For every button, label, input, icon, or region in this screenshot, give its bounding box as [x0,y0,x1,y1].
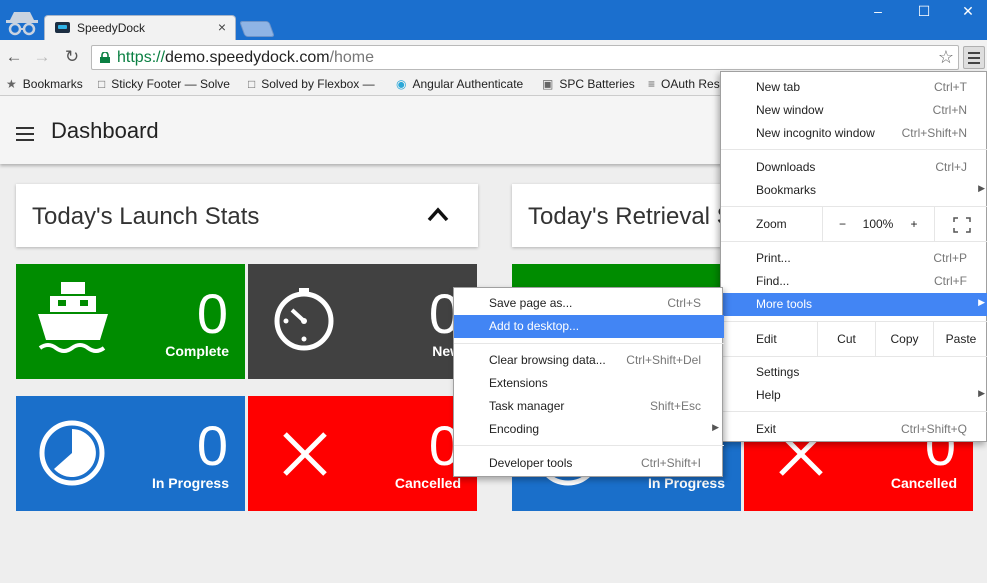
chevron-up-icon[interactable] [427,206,449,222]
menu-item-more-tools[interactable]: More tools ▶ [721,293,987,316]
menu-item-add-to-desktop[interactable]: Add to desktop... [454,315,724,338]
menu-item-downloads[interactable]: Downloads Ctrl+J [721,156,987,179]
incognito-icon [6,12,38,36]
ship-icon [38,282,108,353]
bookmark-item[interactable]: ★ Bookmarks [6,77,83,91]
page-icon: □ [248,77,256,91]
submenu-arrow-icon: ▶ [978,297,985,307]
fullscreen-button[interactable] [934,207,987,241]
menu-divider [721,356,987,357]
back-arrow-icon[interactable]: ← [3,46,25,68]
edit-row: Edit Cut Copy Paste [721,322,987,356]
menu-divider [721,411,987,412]
edit-label: Edit [756,332,777,346]
menu-divider [454,343,724,344]
stat-tile-complete[interactable]: 0 Complete [16,264,245,379]
menu-item-encoding[interactable]: Encoding ▶ [454,418,724,441]
speedydock-favicon-icon [55,22,70,33]
lock-icon [100,52,110,63]
zoom-in-button[interactable]: + [894,207,934,241]
progress-clock-icon [39,420,105,486]
menu-item-print[interactable]: Print... Ctrl+P [721,247,987,270]
menu-divider [454,445,724,446]
close-tab-icon[interactable]: × [218,19,226,35]
browser-titlebar: SpeedyDock × ‒ ☐ ✕ [0,0,987,40]
bookmark-item[interactable]: □ Solved by Flexbox — [248,77,375,91]
stat-label: In Progress [151,475,229,491]
angular-icon: ◉ [396,77,407,91]
menu-item-new-window[interactable]: New window Ctrl+N [721,99,987,122]
menu-item-task-manager[interactable]: Task manager Shift+Esc [454,395,724,418]
browser-toolbar: ← → ↻ https://demo.speedydock.com/home ☆ [0,40,987,74]
timer-icon [274,288,334,351]
menu-item-exit[interactable]: Exit Ctrl+Shift+Q [721,418,987,441]
page-title: Dashboard [51,118,159,143]
menu-item-find[interactable]: Find... Ctrl+F [721,270,987,293]
list-icon: ≡ [648,77,656,91]
hamburger-menu-icon[interactable] [16,127,34,141]
fullscreen-icon [952,217,971,233]
menu-item-settings[interactable]: Settings [721,361,987,384]
more-tools-submenu: Save page as... Ctrl+S Add to desktop... … [453,287,724,477]
stat-value: 0 [196,414,228,477]
cart-icon: ▣ [542,77,554,91]
forward-arrow-icon[interactable]: → [31,46,53,68]
section-title: Today's Launch Stats [32,203,260,230]
menu-item-clear-browsing-data[interactable]: Clear browsing data... Ctrl+Shift+Del [454,349,724,372]
submenu-arrow-icon: ▶ [978,183,985,193]
star-icon: ★ [6,77,17,91]
close-window-button[interactable]: ✕ [945,0,987,26]
stat-value: 0 [196,282,228,345]
bookmark-item[interactable]: ▣ SPC Batteries [542,77,635,91]
stat-label: Cancelled [890,475,957,491]
menu-item-bookmarks[interactable]: Bookmarks ▶ [721,179,987,202]
zoom-level: 100% [862,217,894,231]
minimize-button[interactable]: ‒ [855,0,901,26]
bookmark-star-icon[interactable]: ☆ [938,47,954,68]
bookmark-item[interactable]: □ Sticky Footer — Solve [98,77,230,91]
paste-button[interactable]: Paste [933,322,987,356]
chrome-menu-button[interactable] [963,46,985,69]
submenu-arrow-icon: ▶ [712,422,719,432]
menu-item-help[interactable]: Help ▶ [721,384,987,407]
zoom-row: Zoom − 100% + [721,207,987,241]
url-text: https://demo.speedydock.com/home [117,49,375,66]
stat-label: Cancelled [394,475,461,491]
menu-item-save-page-as[interactable]: Save page as... Ctrl+S [454,292,724,315]
stat-tile-in-progress[interactable]: 0 In Progress [16,396,245,511]
chrome-main-menu: New tab Ctrl+T New window Ctrl+N New incog… [720,71,987,442]
address-bar[interactable]: https://demo.speedydock.com/home ☆ [91,45,959,70]
maximize-button[interactable]: ☐ [901,0,947,26]
stat-tile-new[interactable]: 0 New [248,264,477,379]
submenu-arrow-icon: ▶ [978,388,985,398]
menu-divider [721,149,987,150]
cut-button[interactable]: Cut [817,322,875,356]
copy-button[interactable]: Copy [875,322,933,356]
menu-divider [721,241,987,242]
bookmark-item[interactable]: ◉ Angular Authenticate [396,77,523,91]
stat-label: In Progress [647,475,725,491]
zoom-label: Zoom [756,217,787,231]
tab-speedydock[interactable]: SpeedyDock × [44,15,236,40]
tab-title: SpeedyDock [77,21,146,35]
stat-tile-cancelled[interactable]: 0 Cancelled [248,396,477,511]
new-tab-button[interactable] [239,21,275,37]
menu-item-new-tab[interactable]: New tab Ctrl+T [721,76,987,99]
zoom-out-button[interactable]: − [822,207,862,241]
menu-item-developer-tools[interactable]: Developer tools Ctrl+Shift+I [454,452,724,475]
stat-label: Complete [165,343,229,359]
launch-stats-header: Today's Launch Stats [16,184,478,247]
menu-item-extensions[interactable]: Extensions [454,372,724,395]
x-icon [283,432,327,476]
reload-icon[interactable]: ↻ [61,46,83,68]
menu-item-new-incognito-window[interactable]: New incognito window Ctrl+Shift+N [721,122,987,145]
page-icon: □ [98,77,106,91]
bookmark-item[interactable]: ≡ OAuth Res [648,77,720,91]
